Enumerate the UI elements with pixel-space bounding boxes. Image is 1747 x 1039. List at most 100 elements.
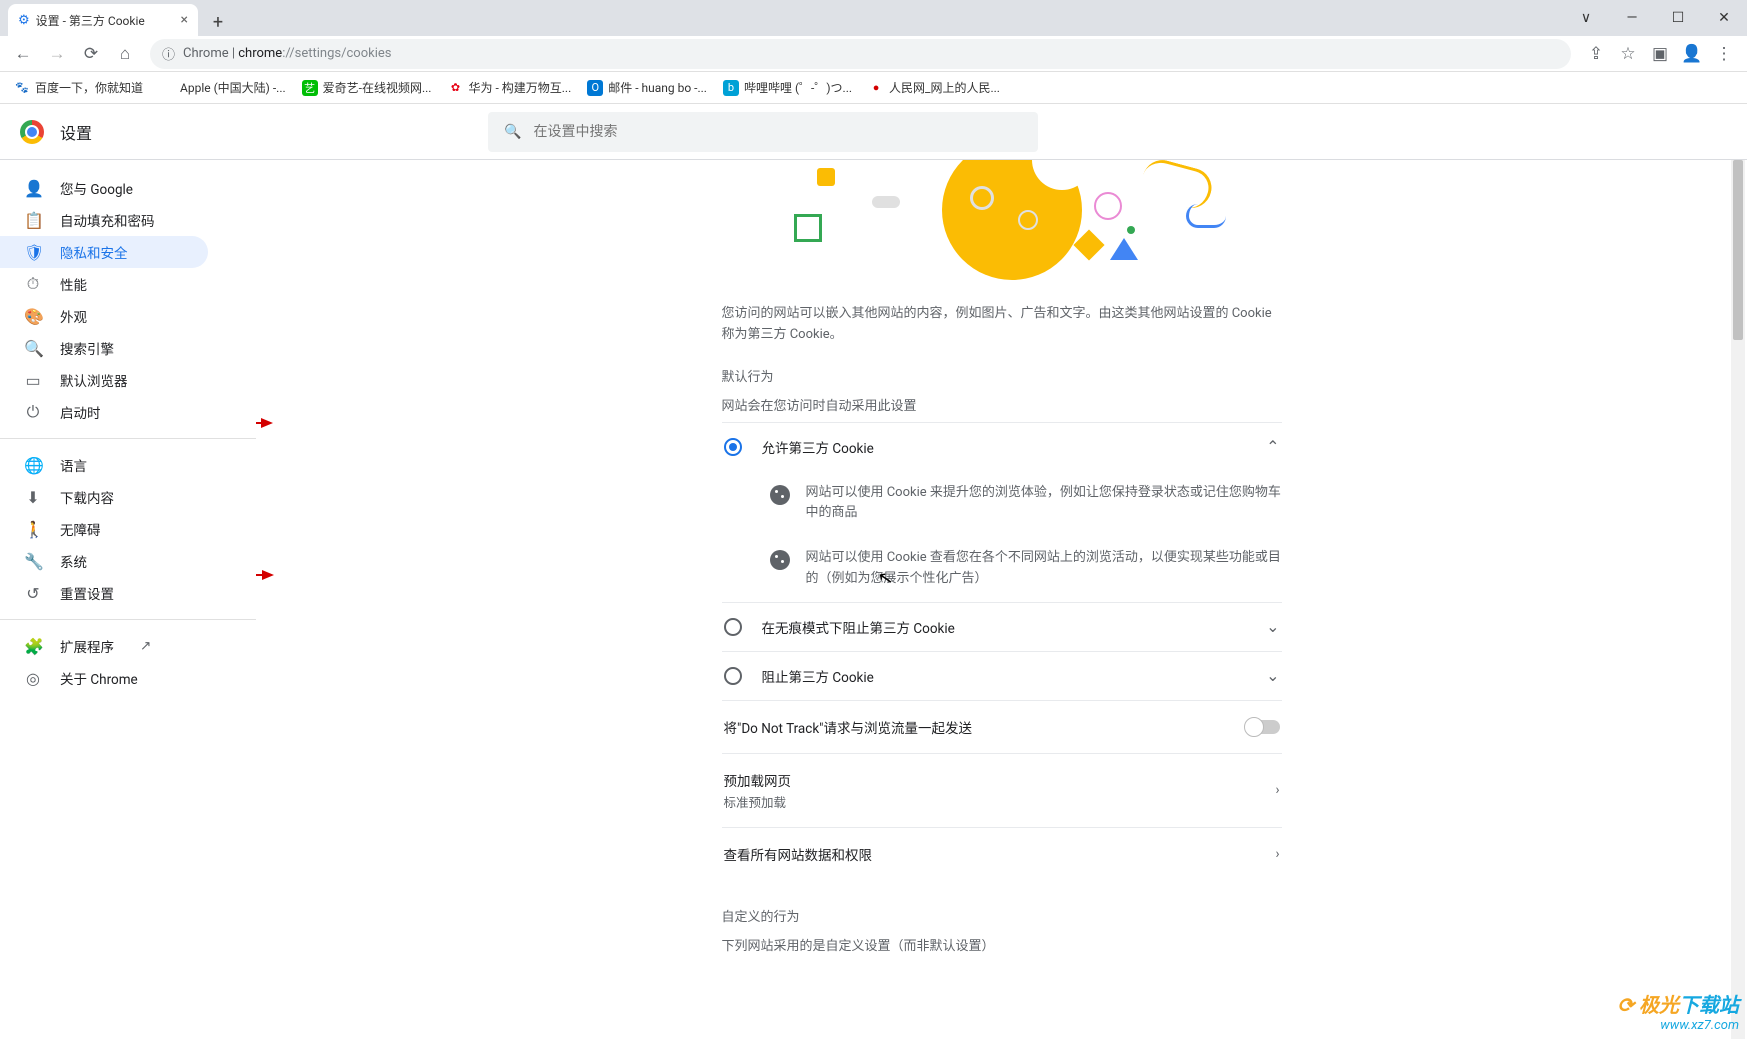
close-icon[interactable]: ×	[181, 12, 188, 28]
sidebar-item-languages[interactable]: 🌐语言	[0, 449, 208, 481]
speedometer-icon: ⏱	[24, 274, 42, 294]
view-all-sites-row[interactable]: 查看所有网站数据和权限 ›	[722, 827, 1282, 880]
reset-icon: ↺	[24, 584, 42, 603]
sidebar-item-privacy[interactable]: 🛡隐私和安全	[0, 236, 208, 268]
option-allow-detail-2: 网站可以使用 Cookie 查看您在各个不同网站上的浏览活动，以便实现某些功能或…	[722, 536, 1282, 602]
option-allow-detail-1: 网站可以使用 Cookie 来提升您的浏览体验，例如让您保持登录状态或记住您购物…	[722, 471, 1282, 537]
divider	[0, 619, 256, 620]
option-label: 阻止第三方 Cookie	[762, 666, 874, 686]
search-icon: 🔍	[504, 124, 521, 140]
wrench-icon: 🔧	[24, 552, 42, 571]
sidebar-item-extensions[interactable]: 🧩扩展程序↗	[0, 630, 208, 662]
bookmarks-bar: 🐾百度一下，你就知道 Apple (中国大陆) -... 艺爱奇艺-在线视频网.…	[0, 72, 1747, 104]
reload-button[interactable]: ⟳	[76, 39, 106, 69]
dnt-label: 将"Do Not Track"请求与浏览流量一起发送	[724, 717, 973, 737]
bookmark-star-icon[interactable]: ☆	[1613, 39, 1643, 69]
close-window-button[interactable]: ✕	[1701, 0, 1747, 36]
shield-icon: 🛡	[24, 243, 42, 262]
bookmark-iqiyi[interactable]: 艺爱奇艺-在线视频网...	[298, 77, 436, 98]
accessibility-icon: 🚶	[24, 520, 42, 539]
sidebar-item-on-startup[interactable]: ⏻启动时	[0, 396, 208, 428]
sidebar-item-search-engine[interactable]: 🔍搜索引擎	[0, 332, 208, 364]
sidebar-item-appearance[interactable]: 🎨外观	[0, 300, 208, 332]
view-all-label: 查看所有网站数据和权限	[724, 844, 873, 864]
new-tab-button[interactable]: +	[204, 8, 232, 36]
option-label: 允许第三方 Cookie	[762, 437, 874, 457]
sidebar-item-accessibility[interactable]: 🚶无障碍	[0, 513, 208, 545]
forward-button[interactable]: →	[42, 39, 72, 69]
maximize-button[interactable]: ☐	[1655, 0, 1701, 36]
sidebar-item-system[interactable]: 🔧系统	[0, 545, 208, 577]
search-input[interactable]	[533, 124, 1022, 140]
browser-tab[interactable]: ⚙ 设置 - 第三方 Cookie ×	[8, 4, 198, 36]
cookie-icon	[770, 550, 790, 570]
bookmark-apple[interactable]: Apple (中国大陆) -...	[155, 77, 290, 98]
chevron-right-icon: ›	[1275, 782, 1279, 798]
cookie-icon	[770, 485, 790, 505]
bookmark-outlook[interactable]: O邮件 - huang bo -...	[583, 77, 711, 98]
minimize-button[interactable]: —	[1609, 0, 1655, 36]
option-allow-third-party[interactable]: 允许第三方 Cookie ⌃	[722, 422, 1282, 471]
toggle-switch[interactable]	[1246, 720, 1280, 734]
home-button[interactable]: ⌂	[110, 39, 140, 69]
sidebar-item-about[interactable]: ◎关于 Chrome	[0, 662, 208, 694]
chevron-down-icon[interactable]: ⌄	[1266, 666, 1279, 685]
divider	[0, 438, 256, 439]
chevron-down-icon[interactable]: ⌄	[1266, 617, 1279, 636]
dropdown-icon[interactable]: ∨	[1563, 0, 1609, 36]
back-button[interactable]: ←	[8, 39, 38, 69]
watermark: ⟳ 极光下载站 www.xz7.com	[1617, 989, 1739, 1033]
sidebar-item-performance[interactable]: ⏱性能	[0, 268, 208, 300]
sidebar-item-downloads[interactable]: ⬇下载内容	[0, 481, 208, 513]
palette-icon: 🎨	[24, 307, 42, 326]
main-content: 您访问的网站可以嵌入其他网站的内容，例如图片、广告和文字。由这类其他网站设置的 …	[256, 160, 1747, 1039]
address-bar[interactable]: ⓘ Chrome | chrome://settings/cookies	[150, 39, 1571, 69]
default-behavior-sub: 网站会在您访问时自动采用此设置	[722, 395, 1282, 414]
globe-icon: 🌐	[24, 456, 42, 475]
bookmark-bilibili[interactable]: b哔哩哔哩 (゜-゜)つ...	[719, 77, 856, 98]
browser-icon: ▭	[24, 371, 42, 390]
option-block-incognito[interactable]: 在无痕模式下阻止第三方 Cookie ⌄	[722, 602, 1282, 651]
radio-icon[interactable]	[724, 438, 742, 456]
sidebar-item-you-and-google[interactable]: 👤您与 Google	[0, 172, 208, 204]
profile-icon[interactable]: 👤	[1677, 39, 1707, 69]
custom-sub: 下列网站采用的是自定义设置（而非默认设置）	[722, 935, 1282, 954]
external-link-icon: ↗	[140, 638, 151, 654]
bookmark-baidu[interactable]: 🐾百度一下，你就知道	[10, 77, 147, 98]
radio-icon[interactable]	[724, 618, 742, 636]
scrollbar[interactable]	[1731, 160, 1745, 1039]
share-icon[interactable]: ⇪	[1581, 39, 1611, 69]
toolbar: ← → ⟳ ⌂ ⓘ Chrome | chrome://settings/coo…	[0, 36, 1747, 72]
sidebar-item-default-browser[interactable]: ▭默认浏览器	[0, 364, 208, 396]
tab-title: 设置 - 第三方 Cookie	[36, 12, 145, 29]
option-label: 在无痕模式下阻止第三方 Cookie	[762, 617, 955, 637]
gear-icon: ⚙	[18, 13, 30, 28]
default-behavior-heading: 默认行为	[722, 366, 1282, 385]
bookmark-people[interactable]: ●人民网_网上的人民...	[864, 77, 1004, 98]
preload-row[interactable]: 预加载网页 标准预加载 ›	[722, 753, 1282, 827]
sidepanel-icon[interactable]: ▣	[1645, 39, 1675, 69]
bookmark-huawei[interactable]: ✿华为 - 构建万物互...	[443, 77, 575, 98]
info-icon: ◎	[24, 669, 42, 688]
settings-search[interactable]: 🔍	[488, 112, 1038, 152]
clipboard-icon: 📋	[24, 211, 42, 230]
download-icon: ⬇	[24, 488, 42, 507]
chrome-logo-icon	[20, 120, 44, 144]
url-path: ://settings/cookies	[282, 46, 391, 61]
option-block-all[interactable]: 阻止第三方 Cookie ⌄	[722, 651, 1282, 700]
search-icon: 🔍	[24, 339, 42, 358]
sidebar-item-autofill[interactable]: 📋自动填充和密码	[0, 204, 208, 236]
menu-icon[interactable]: ⋮	[1709, 39, 1739, 69]
chevron-right-icon: ›	[1275, 846, 1279, 862]
cookie-illustration	[722, 160, 1282, 280]
do-not-track-row[interactable]: 将"Do Not Track"请求与浏览流量一起发送	[722, 700, 1282, 753]
radio-icon[interactable]	[724, 667, 742, 685]
site-info-icon[interactable]: ⓘ	[162, 44, 175, 63]
chevron-up-icon[interactable]: ⌃	[1266, 437, 1279, 456]
sidebar-item-reset[interactable]: ↺重置设置	[0, 577, 208, 609]
custom-heading: 自定义的行为	[722, 906, 1282, 925]
preload-subtitle: 标准预加载	[724, 792, 792, 811]
titlebar: ⚙ 设置 - 第三方 Cookie × + ∨ — ☐ ✕	[0, 0, 1747, 36]
url-prefix: Chrome	[183, 46, 229, 61]
scrollbar-thumb[interactable]	[1733, 160, 1743, 340]
